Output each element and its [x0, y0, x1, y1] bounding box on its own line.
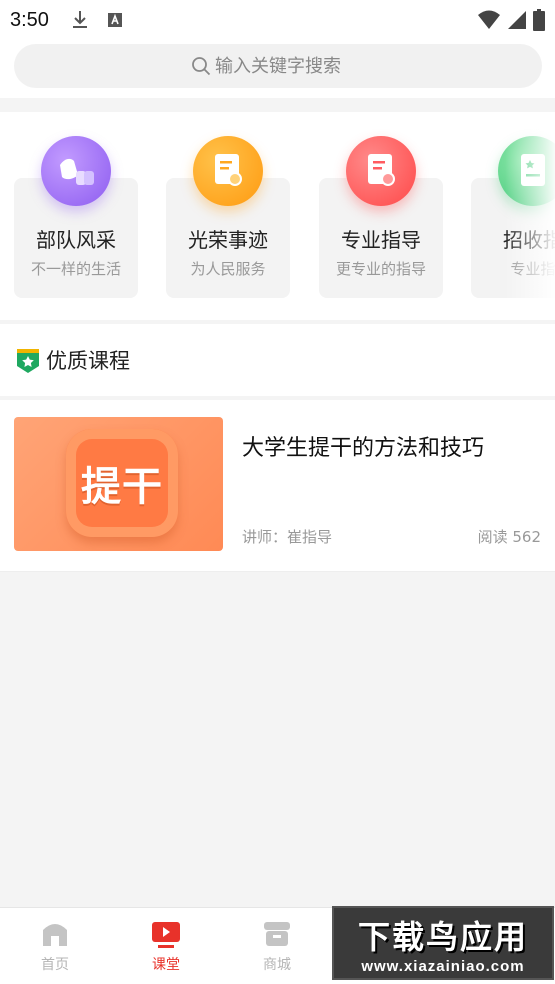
tab-label: 商城	[263, 957, 291, 973]
scroll-fade	[505, 112, 555, 320]
battery-icon	[533, 9, 545, 31]
home-icon	[43, 924, 67, 946]
course-teacher: 讲师：崔指导	[242, 528, 333, 546]
font-icon	[107, 13, 122, 27]
certificate-icon	[193, 136, 263, 206]
search-icon	[192, 57, 211, 76]
tab-label: 首页	[41, 957, 69, 973]
status-bar: 3:50	[0, 0, 555, 40]
thumbnail-badge: 提干	[66, 429, 178, 537]
search-input[interactable]	[215, 55, 365, 77]
tab-label: 课堂	[152, 957, 180, 973]
watermark-title: 下载鸟应用	[357, 917, 528, 956]
watermark-url: www.xiazainiao.com	[361, 957, 525, 975]
soldiers-icon	[41, 136, 111, 206]
play-screen-icon	[152, 922, 180, 948]
signal-icon	[508, 11, 526, 29]
tab-classroom[interactable]: 课堂	[121, 918, 211, 974]
course-title: 大学生提干的方法和技巧	[242, 436, 485, 461]
search-bar	[0, 40, 555, 98]
section-title: 优质课程	[46, 349, 130, 373]
category-subtitle: 不一样的生活	[30, 260, 121, 278]
tab-store[interactable]: 商城	[232, 918, 322, 974]
course-list-item[interactable]: 提干 大学生提干的方法和技巧 讲师：崔指导 阅读 562	[0, 400, 555, 572]
download-icon	[72, 11, 87, 28]
category-subtitle: 为人民服务	[190, 260, 266, 278]
category-carousel: 部队风采 不一样的生活 光荣事迹 为人民服务 专业指导 更专业的指导 招收指 专…	[0, 112, 555, 320]
search-box[interactable]	[14, 44, 542, 88]
category-subtitle: 更专业的指导	[335, 260, 426, 278]
section-header: 优质课程	[0, 324, 555, 396]
tab-home[interactable]: 首页	[10, 918, 100, 974]
course-read-count: 阅读 562	[477, 528, 541, 546]
category-title: 专业指导	[341, 228, 421, 252]
category-title: 部队风采	[36, 228, 116, 252]
thumbnail-text: 提干	[81, 464, 163, 510]
status-time: 3:50	[10, 8, 49, 31]
watermark-logo: 下载鸟应用 www.xiazainiao.com	[332, 906, 554, 980]
category-title: 光荣事迹	[188, 228, 268, 252]
star-badge-icon	[17, 349, 39, 373]
store-icon	[264, 922, 290, 946]
wifi-icon	[478, 10, 500, 29]
course-thumbnail: 提干	[14, 417, 223, 551]
certificate-icon	[346, 136, 416, 206]
